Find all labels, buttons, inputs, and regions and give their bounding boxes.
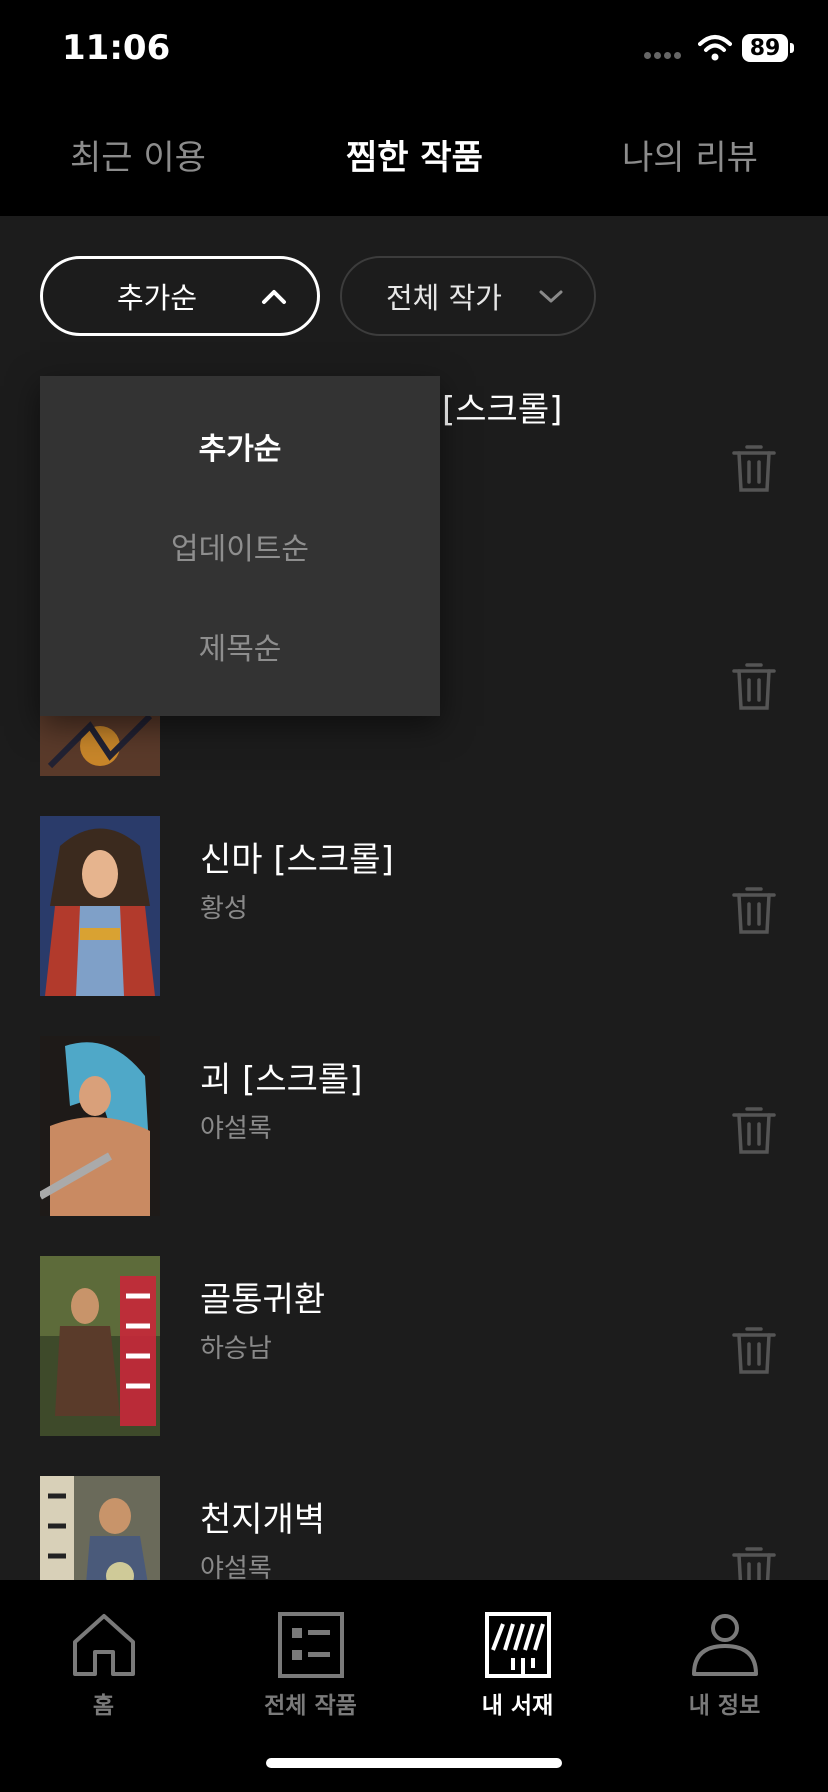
cover-thumbnail: [40, 1036, 160, 1216]
item-title: 천지개벽: [200, 1500, 326, 1540]
trash-icon[interactable]: [730, 1322, 778, 1378]
sort-label: 추가순: [117, 281, 198, 315]
wifi-icon: [698, 35, 732, 61]
nav-all-works-label: 전체 작품: [264, 1693, 357, 1719]
list-icon: [277, 1612, 344, 1678]
item-author: 하승남: [200, 1334, 272, 1364]
trash-icon[interactable]: [730, 882, 778, 938]
item-author: 야설록: [200, 1114, 272, 1144]
battery-level: 89: [749, 35, 781, 61]
trash-icon[interactable]: [730, 440, 778, 496]
item-title: 괴 [스크롤]: [200, 1060, 363, 1100]
top-tab-bar: 최근 이용 찜한 작품 나의 리뷰: [0, 100, 828, 216]
cover-thumbnail: [40, 816, 160, 996]
item-author: 황성: [200, 894, 248, 924]
tab-my-reviews[interactable]: 나의 리뷰: [622, 130, 758, 179]
trash-icon[interactable]: [730, 1102, 778, 1158]
nav-my-info-label: 내 정보: [688, 1693, 761, 1719]
cover-thumbnail: [40, 1256, 160, 1436]
chevron-up-icon: [262, 290, 286, 304]
sort-dropdown-button[interactable]: 추가순: [40, 256, 320, 336]
cellular-signal-icon: [644, 52, 684, 60]
trash-icon[interactable]: [730, 658, 778, 714]
nav-my-info[interactable]: 내 정보: [621, 1610, 828, 1720]
chevron-down-icon: [539, 290, 563, 303]
sort-option-title[interactable]: 제목순: [40, 624, 440, 668]
tab-recent[interactable]: 최근 이용: [70, 130, 206, 179]
nav-all-works[interactable]: 전체 작품: [207, 1610, 414, 1720]
item-title: [스크롤]: [442, 390, 563, 430]
nav-home[interactable]: 홈: [0, 1610, 207, 1720]
person-icon: [691, 1614, 758, 1676]
list-item[interactable]: 괴 [스크롤] 야설록: [0, 1036, 828, 1216]
nav-home-label: 홈: [92, 1693, 115, 1719]
status-bar: 11:06 89: [0, 0, 828, 100]
author-filter-button[interactable]: 전체 작가: [340, 256, 596, 336]
list-item[interactable]: 골통귀환 하승남: [0, 1256, 828, 1436]
item-title: 골통귀환: [200, 1280, 326, 1320]
tab-favorites[interactable]: 찜한 작품: [346, 130, 483, 179]
home-indicator: [266, 1758, 562, 1768]
item-title: 신마 [스크롤]: [200, 840, 394, 880]
nav-my-library-label: 내 서재: [481, 1693, 554, 1719]
home-icon: [72, 1614, 135, 1676]
sort-option-updated[interactable]: 업데이트순: [40, 524, 440, 568]
sort-option-added[interactable]: 추가순: [40, 424, 440, 468]
author-filter-label: 전체 작가: [386, 281, 502, 315]
list-item[interactable]: 신마 [스크롤] 황성: [0, 816, 828, 996]
battery-icon: 89: [742, 34, 794, 62]
sort-dropdown-menu: 추가순 업데이트순 제목순: [40, 376, 440, 716]
nav-my-library[interactable]: 내 서재: [414, 1610, 621, 1720]
status-time: 11:06: [62, 28, 171, 68]
library-icon: [484, 1612, 551, 1678]
